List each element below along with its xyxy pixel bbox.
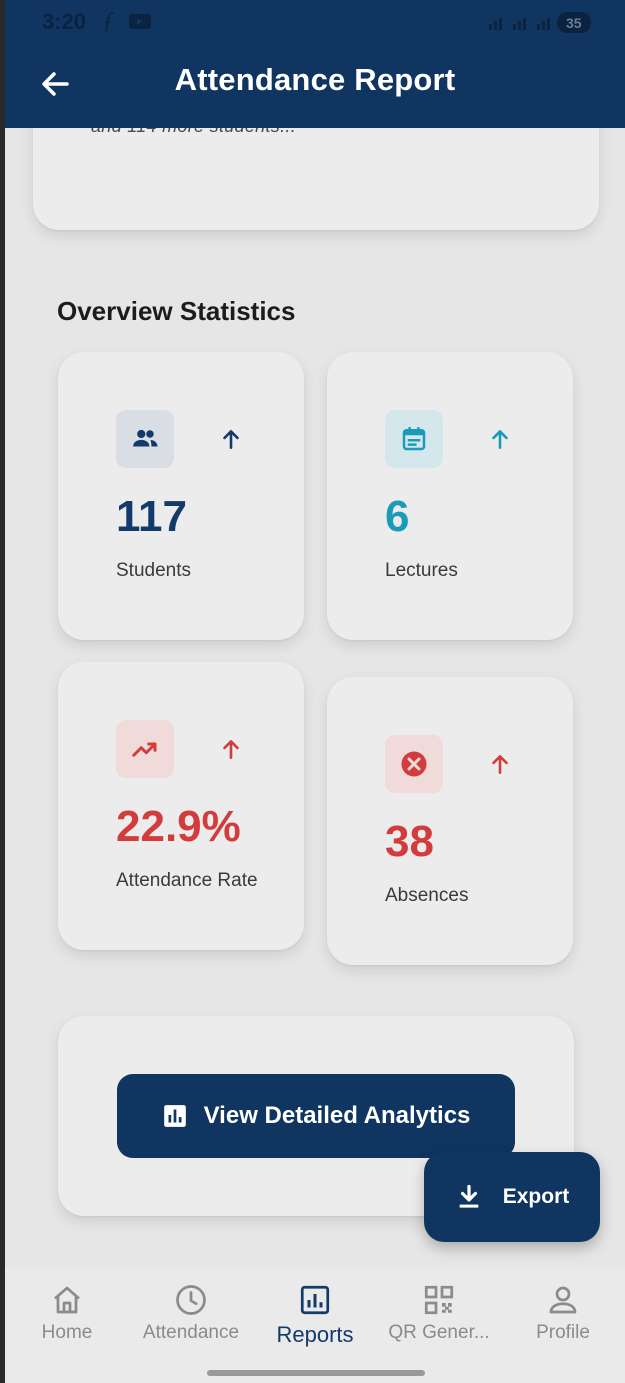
- more-students-text: and 114 more students...: [91, 128, 296, 137]
- stat-card-students: 117 Students: [58, 352, 304, 640]
- stat-card-attendance-rate: 22.9% Attendance Rate: [58, 662, 304, 950]
- icon-badge: [385, 410, 443, 468]
- stat-value: 117: [116, 492, 187, 541]
- icon-badge: [116, 410, 174, 468]
- export-button[interactable]: Export: [424, 1152, 600, 1242]
- signal-battery-icons: 35: [489, 12, 591, 33]
- stat-value: 22.9%: [116, 802, 241, 851]
- nav-item-qr-generator[interactable]: QR Gener...: [377, 1282, 501, 1352]
- arrow-up-icon: [223, 430, 239, 449]
- window-edge: [0, 0, 5, 1383]
- cancel-icon: [401, 751, 427, 777]
- app-bar: 3:20 ʄ 35 Attendance Report: [5, 0, 625, 128]
- icon-badge: [385, 735, 443, 793]
- trending-up-icon: [132, 742, 157, 757]
- analytics-icon: [163, 1105, 186, 1127]
- nav-label: Attendance: [142, 1322, 240, 1343]
- nav-item-reports[interactable]: Reports: [253, 1282, 377, 1352]
- arrow-up-icon: [492, 430, 508, 449]
- icon-badge: [116, 720, 174, 778]
- page-title: Attendance Report: [174, 62, 456, 97]
- stat-value: 6: [385, 492, 410, 541]
- svg-text:ʄ: ʄ: [105, 10, 114, 32]
- person-icon: [549, 1286, 577, 1314]
- stat-label: Absences: [385, 885, 469, 906]
- group-icon: [133, 429, 158, 447]
- report-content[interactable]: and 114 more students... Overview Statis…: [5, 128, 625, 1268]
- stat-label: Students: [116, 560, 191, 581]
- nav-item-home[interactable]: Home: [5, 1282, 129, 1352]
- battery-level: 35: [566, 15, 582, 31]
- arrow-up-icon: [492, 755, 508, 774]
- calendar-icon: [402, 427, 426, 451]
- stat-label: Attendance Rate: [116, 870, 258, 891]
- reports-icon: [300, 1285, 330, 1315]
- section-title: Overview Statistics: [57, 296, 296, 326]
- nav-label: Profile: [536, 1322, 590, 1343]
- stat-card-absences: 38 Absences: [327, 677, 573, 965]
- qr-code-icon: [424, 1285, 454, 1315]
- students-list-card: and 114 more students...: [33, 128, 599, 230]
- arrow-up-icon: [223, 740, 239, 759]
- nav-label: QR Gener...: [388, 1322, 490, 1343]
- bottom-navigation: Home Attendance Reports QR Gener... Prof…: [5, 1268, 625, 1383]
- clock-icon: [176, 1285, 206, 1315]
- home-icon: [54, 1286, 80, 1314]
- stat-value: 38: [385, 817, 434, 866]
- nav-label: Reports: [276, 1322, 354, 1347]
- stat-label: Lectures: [385, 560, 458, 581]
- gesture-bar[interactable]: [207, 1370, 425, 1376]
- download-icon: [459, 1184, 479, 1208]
- status-time: 3:20: [42, 9, 87, 34]
- nav-item-attendance[interactable]: Attendance: [129, 1282, 253, 1352]
- nav-label: Home: [41, 1322, 93, 1343]
- stat-card-lectures: 6 Lectures: [327, 352, 573, 640]
- export-button-label: Export: [502, 1185, 570, 1208]
- notification-icons: ʄ: [105, 10, 151, 32]
- view-detailed-analytics-button[interactable]: View Detailed Analytics: [117, 1074, 515, 1158]
- status-bar: 3:20 ʄ 35: [5, 0, 625, 44]
- analytics-button-label: View Detailed Analytics: [203, 1102, 471, 1129]
- nav-item-profile[interactable]: Profile: [501, 1282, 625, 1352]
